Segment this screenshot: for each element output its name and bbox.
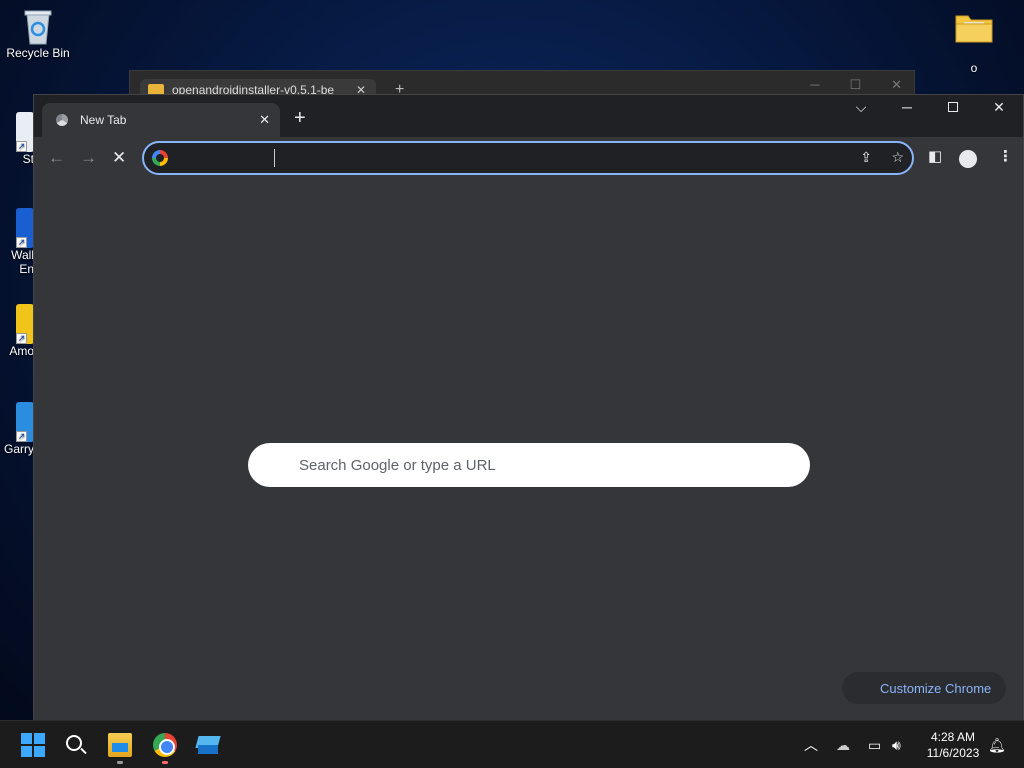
customize-chrome-label: Customize Chrome (880, 680, 992, 696)
partial-label-1: St (22, 152, 34, 166)
network-icon[interactable]: ▭ (868, 721, 881, 768)
new-tab-button[interactable]: + (294, 108, 306, 128)
shortcut-arrow-icon: ↗ (16, 237, 27, 248)
address-bar[interactable]: ⇪ ☆ (142, 141, 914, 175)
bookmark-star-icon[interactable]: ☆ (891, 149, 904, 166)
search-icon[interactable] (64, 733, 88, 757)
recycle-bin-label: Recycle Bin (6, 46, 70, 60)
customize-chrome-button[interactable]: Customize Chrome (842, 672, 1006, 704)
running-indicator (117, 761, 123, 764)
more-menu-icon[interactable]: ⋮ (998, 147, 1013, 165)
ntp-search-box[interactable]: Search Google or type a URL (248, 443, 810, 487)
partial-label-4: Garry (4, 442, 34, 456)
desktop-icon-partial-3[interactable]: ↗ Amo (0, 304, 34, 358)
show-hidden-icons-chevron-up-icon[interactable]: ︿ (804, 721, 818, 768)
toolbar: ← → ✕ ⇪ ☆ ◧ ⋮ (34, 137, 1023, 181)
taskbar: ︿ ☁ ▭ 🔊︎ 4:28 AM 11/6/2023 🔔︎ (0, 720, 1024, 768)
active-indicator (162, 761, 168, 764)
desktop-icon-partial-2[interactable]: ↗ Wall En (0, 208, 34, 276)
shortcut-arrow-icon: ↗ (16, 141, 27, 152)
stop-loading-icon[interactable]: ✕ (112, 149, 126, 166)
shortcut-arrow-icon: ↗ (16, 431, 27, 442)
minimize-button[interactable]: ─ (892, 99, 922, 115)
forward-arrow-icon[interactable]: → (80, 149, 97, 166)
tab-title: New Tab (80, 113, 127, 127)
folder-o-label: o (970, 61, 978, 75)
among-us-icon: ↗ (16, 304, 34, 344)
volume-icon[interactable]: 🔊︎ (892, 721, 901, 768)
partial-label-2b: En (19, 262, 34, 276)
app-icon: ↗ (16, 112, 34, 152)
clock-date: 11/6/2023 (926, 746, 980, 760)
tab-new-tab[interactable]: New Tab ✕ (42, 103, 280, 137)
ntp-search-placeholder: Search Google or type a URL (299, 456, 496, 474)
virtualbox-icon[interactable] (195, 733, 221, 757)
text-cursor (274, 149, 275, 167)
maximize-button[interactable] (938, 99, 968, 115)
maximize-icon (948, 102, 958, 112)
tab-search-chevron-down-icon[interactable]: ⌵ (846, 99, 876, 116)
side-panel-icon[interactable]: ◧ (928, 147, 942, 165)
chrome-favicon-icon (56, 114, 68, 126)
folder-icon (944, 10, 1004, 47)
desktop-icon-folder-o[interactable]: o (944, 10, 1004, 75)
onedrive-offline-icon[interactable]: ☁ (836, 721, 850, 768)
profile-avatar-icon[interactable] (959, 150, 977, 168)
partial-label-3: Amo (9, 344, 34, 358)
share-icon[interactable]: ⇪ (860, 149, 872, 166)
wallpaper-engine-icon: ↗ (16, 208, 34, 248)
partial-label-2a: Wall (11, 248, 34, 262)
close-icon[interactable]: ✕ (259, 112, 270, 128)
shortcut-arrow-icon: ↗ (16, 333, 27, 344)
google-icon (152, 150, 168, 166)
garrys-mod-icon: ↗ (16, 402, 34, 442)
start-button-windows-icon[interactable] (21, 733, 45, 757)
desktop-icon-recycle-bin[interactable]: Recycle Bin (4, 6, 72, 60)
chrome-window: New Tab ✕ + ⌵ ─ ✕ ← → ✕ ⇪ ☆ ◧ ⋮ Search G… (33, 94, 1024, 721)
desktop-icon-partial-1[interactable]: ↗ St (0, 112, 34, 166)
tab-strip: New Tab ✕ + ⌵ ─ ✕ (34, 95, 1023, 137)
file-explorer-icon[interactable] (108, 733, 132, 757)
clock-time: 4:28 AM (930, 730, 976, 744)
close-window-button[interactable]: ✕ (984, 99, 1014, 116)
close-icon[interactable]: ✕ (891, 77, 902, 93)
minimize-icon[interactable]: ─ (810, 77, 819, 93)
notification-bell-icon[interactable]: 🔔︎ (988, 721, 1006, 768)
system-clock[interactable]: 4:28 AM 11/6/2023 (918, 729, 988, 761)
desktop-icon-partial-4[interactable]: ↗ Garry (0, 402, 34, 456)
back-arrow-icon[interactable]: ← (48, 149, 65, 166)
chrome-icon[interactable] (153, 733, 177, 757)
maximize-icon[interactable]: ☐ (849, 77, 861, 93)
new-tab-page: Search Google or type a URL Customize Ch… (34, 181, 1023, 721)
background-window-controls: ─ ☐ ✕ (810, 77, 902, 93)
recycle-bin-icon (21, 6, 55, 46)
